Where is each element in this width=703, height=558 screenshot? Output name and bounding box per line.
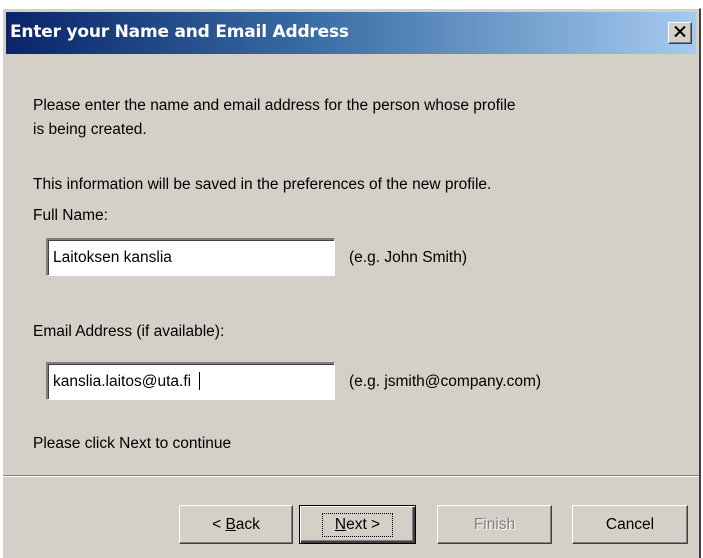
profile-wizard-dialog: Enter your Name and Email Address Please… [2, 8, 701, 558]
email-example: (e.g. jsmith@company.com) [349, 373, 542, 390]
cancel-button[interactable]: Cancel [572, 505, 688, 544]
email-input[interactable] [46, 362, 335, 400]
back-button-label: < Back [212, 515, 260, 533]
button-separator [3, 475, 699, 477]
next-button-label: Next > [321, 512, 394, 537]
full-name-input[interactable] [46, 238, 335, 276]
text-caret [199, 372, 200, 390]
email-label: Email Address (if available): [33, 323, 225, 340]
window-title: Enter your Name and Email Address [10, 22, 349, 42]
full-name-example: (e.g. John Smith) [349, 249, 468, 266]
title-bar[interactable]: Enter your Name and Email Address [6, 12, 696, 54]
intro-text-line-2: is being created. [33, 121, 147, 138]
finish-button[interactable]: Finish [437, 505, 552, 544]
next-button[interactable]: Next > [299, 505, 416, 544]
close-icon [674, 24, 686, 42]
close-button[interactable] [668, 22, 692, 44]
intro-text-line-3: This information will be saved in the pr… [33, 176, 492, 193]
continue-hint: Please click Next to continue [33, 435, 232, 452]
intro-text-line-1: Please enter the name and email address … [33, 97, 516, 114]
full-name-label: Full Name: [33, 207, 108, 224]
back-button[interactable]: < Back [179, 505, 293, 544]
